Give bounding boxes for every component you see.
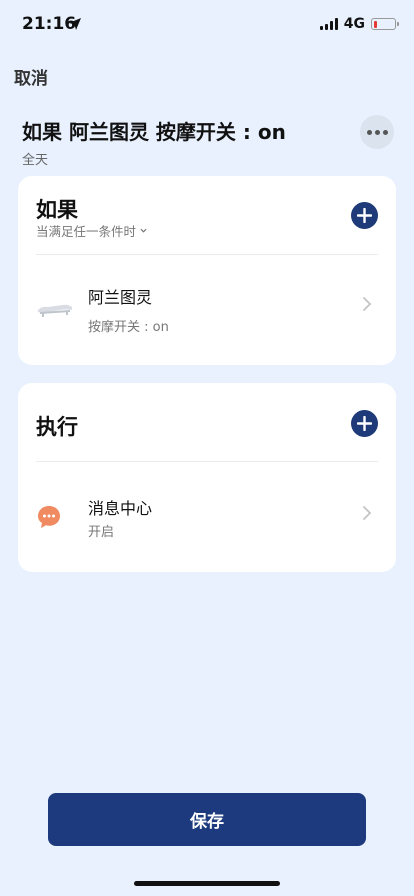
action-item[interactable]: 消息中心 开启 [18, 473, 396, 563]
save-button[interactable]: 保存 [48, 793, 366, 846]
condition-device-name: 阿兰图灵 [88, 288, 153, 307]
plus-icon [357, 208, 372, 223]
add-action-button[interactable] [351, 410, 378, 437]
divider [36, 254, 378, 255]
page-subtitle: 全天 [22, 153, 49, 168]
status-indicators: 4G [319, 16, 399, 32]
more-button[interactable] [360, 115, 394, 149]
condition-detail: 按摩开关 : on [88, 320, 169, 335]
do-card: 执行 消息中心 开启 [18, 383, 396, 572]
page-title: 如果 阿兰图灵 按摩开关 : on [22, 120, 286, 144]
do-heading: 执行 [36, 415, 78, 439]
chevron-right-icon [363, 506, 372, 520]
if-card: 如果 当满足任一条件时 阿兰图灵 按摩开关 : on [18, 176, 396, 365]
divider [36, 461, 378, 462]
condition-item[interactable]: 阿兰图灵 按摩开关 : on [18, 264, 396, 354]
battery-icon [371, 18, 399, 30]
screen: 21:16 4G 取消 如果 阿兰图灵 按摩开关 : on 全天 如果 当满足任… [0, 0, 414, 896]
condition-mode-select[interactable]: 当满足任一条件时 [36, 221, 147, 240]
status-bar: 21:16 4G [0, 0, 414, 50]
network-type: 4G [343, 16, 365, 32]
home-indicator[interactable] [134, 881, 280, 886]
action-detail: 开启 [88, 525, 115, 540]
if-heading: 如果 [36, 198, 78, 222]
signal-icon [319, 18, 338, 30]
cancel-button[interactable]: 取消 [14, 64, 48, 89]
message-icon [38, 506, 60, 528]
chevron-right-icon [363, 297, 372, 311]
battery-level [373, 20, 377, 28]
add-condition-button[interactable] [351, 202, 378, 229]
condition-mode-label: 当满足任一条件时 [36, 224, 137, 239]
more-icon [366, 129, 388, 135]
bed-icon [38, 304, 72, 317]
plus-icon [357, 416, 372, 431]
action-name: 消息中心 [88, 499, 153, 518]
location-arrow-icon [69, 18, 81, 30]
chevron-down-icon [140, 228, 147, 233]
